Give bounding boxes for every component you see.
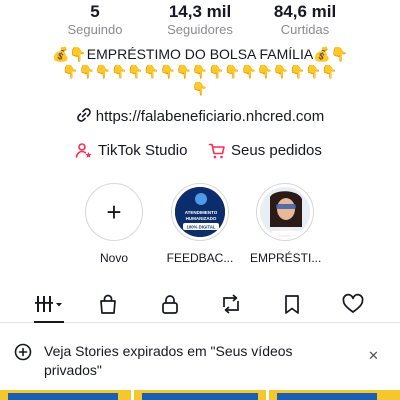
- link-icon: [76, 108, 91, 122]
- tiktok-studio-button[interactable]: TikTok Studio: [75, 141, 187, 161]
- expired-stories-banner[interactable]: Veja Stories expirados em "Seus vídeos p…: [0, 324, 400, 386]
- banner-text: Veja Stories expirados em "Seus vídeos p…: [44, 343, 293, 378]
- video-thumbnail[interactable]: [269, 390, 400, 400]
- story-highlights: + Novo ATENDIMENTO HUMANIZADO 100% DIGIT…: [0, 183, 400, 273]
- tiktok-studio-label: TikTok Studio: [98, 142, 188, 159]
- lock-icon: [162, 295, 178, 314]
- profile-stats: 5 Seguindo 14,3 mil Seguidores 84,6 mil …: [0, 0, 400, 40]
- stat-likes[interactable]: 84,6 mil Curtidas: [250, 0, 360, 38]
- tab-shop[interactable]: [88, 290, 128, 318]
- highlight-emprestimo-cover: [256, 183, 314, 241]
- orders-button[interactable]: Seus pedidos: [208, 141, 322, 161]
- heart-icon: [342, 293, 364, 313]
- video-grid-preview: [0, 390, 400, 400]
- tab-videos[interactable]: [29, 290, 69, 323]
- followers-count: 14,3 mil: [168, 2, 232, 21]
- bio-line-1: 💰👇EMPRÉSTIMO DO BOLSA FAMÍLIA💰👇: [51, 46, 349, 62]
- thumb-line-3: 100% DIGITAL: [186, 224, 215, 229]
- bag-icon: [100, 294, 116, 314]
- thumb-line-2: HUMANIZADO: [186, 216, 217, 221]
- video-thumbnail[interactable]: [0, 390, 131, 400]
- repost-icon: [223, 294, 239, 314]
- highlight-emprestimo-label: EMPRÉSTI...: [250, 251, 322, 265]
- new-highlight-label: Novo: [99, 251, 128, 265]
- tab-liked[interactable]: [333, 290, 373, 318]
- bio-line-2: 👇👇👇👇👇👇👇👇👇👇👇👇👇👇👇👇👇: [62, 64, 338, 79]
- highlight-feedback[interactable]: ATENDIMENTO HUMANIZADO 100% DIGITAL FEED…: [165, 183, 235, 265]
- highlight-feedback-label: FEEDBAC...: [166, 251, 234, 265]
- close-icon[interactable]: ✕: [368, 348, 379, 364]
- orders-label: Seus pedidos: [231, 142, 322, 159]
- add-icon: +: [85, 183, 143, 241]
- feedback-thumbnail: ATENDIMENTO HUMANIZADO 100% DIGITAL: [175, 187, 225, 237]
- following-count: 5: [90, 2, 100, 21]
- following-label: Seguindo: [67, 22, 123, 37]
- quick-actions: TikTok Studio Seus pedidos: [0, 141, 400, 161]
- cart-icon: [208, 143, 225, 159]
- bookmark-icon: [285, 295, 299, 314]
- thumb-line-1: ATENDIMENTO: [185, 210, 218, 215]
- likes-label: Curtidas: [280, 22, 330, 37]
- video-thumbnail[interactable]: [134, 390, 266, 400]
- stat-following[interactable]: 5 Seguindo: [40, 0, 150, 38]
- tab-reposts[interactable]: [211, 290, 251, 318]
- bio-link[interactable]: https://falabeneficiario.nhcred.com: [0, 107, 400, 126]
- add-circle-icon: [14, 343, 32, 361]
- tab-private[interactable]: [150, 290, 190, 318]
- likes-count: 84,6 mil: [273, 2, 337, 21]
- stat-followers[interactable]: 14,3 mil Seguidores: [145, 0, 255, 38]
- highlight-emprestimo[interactable]: EMPRÉSTI...: [250, 183, 322, 265]
- followers-label: Seguidores: [167, 22, 233, 37]
- bio-link-url: https://falabeneficiario.nhcred.com: [95, 108, 325, 125]
- tab-saved[interactable]: [272, 290, 312, 318]
- profile-tabs: [0, 286, 400, 323]
- profile-bio: 💰👇EMPRÉSTIMO DO BOLSA FAMÍLIA💰👇 👇👇👇👇👇👇👇👇…: [30, 46, 370, 97]
- bio-line-3: 👇: [191, 81, 209, 96]
- highlight-feedback-cover: ATENDIMENTO HUMANIZADO 100% DIGITAL: [171, 183, 229, 241]
- studio-icon: [75, 143, 92, 158]
- emprestimo-thumbnail: [260, 187, 310, 237]
- new-highlight[interactable]: + Novo: [79, 183, 149, 265]
- grid-icon: [35, 296, 62, 312]
